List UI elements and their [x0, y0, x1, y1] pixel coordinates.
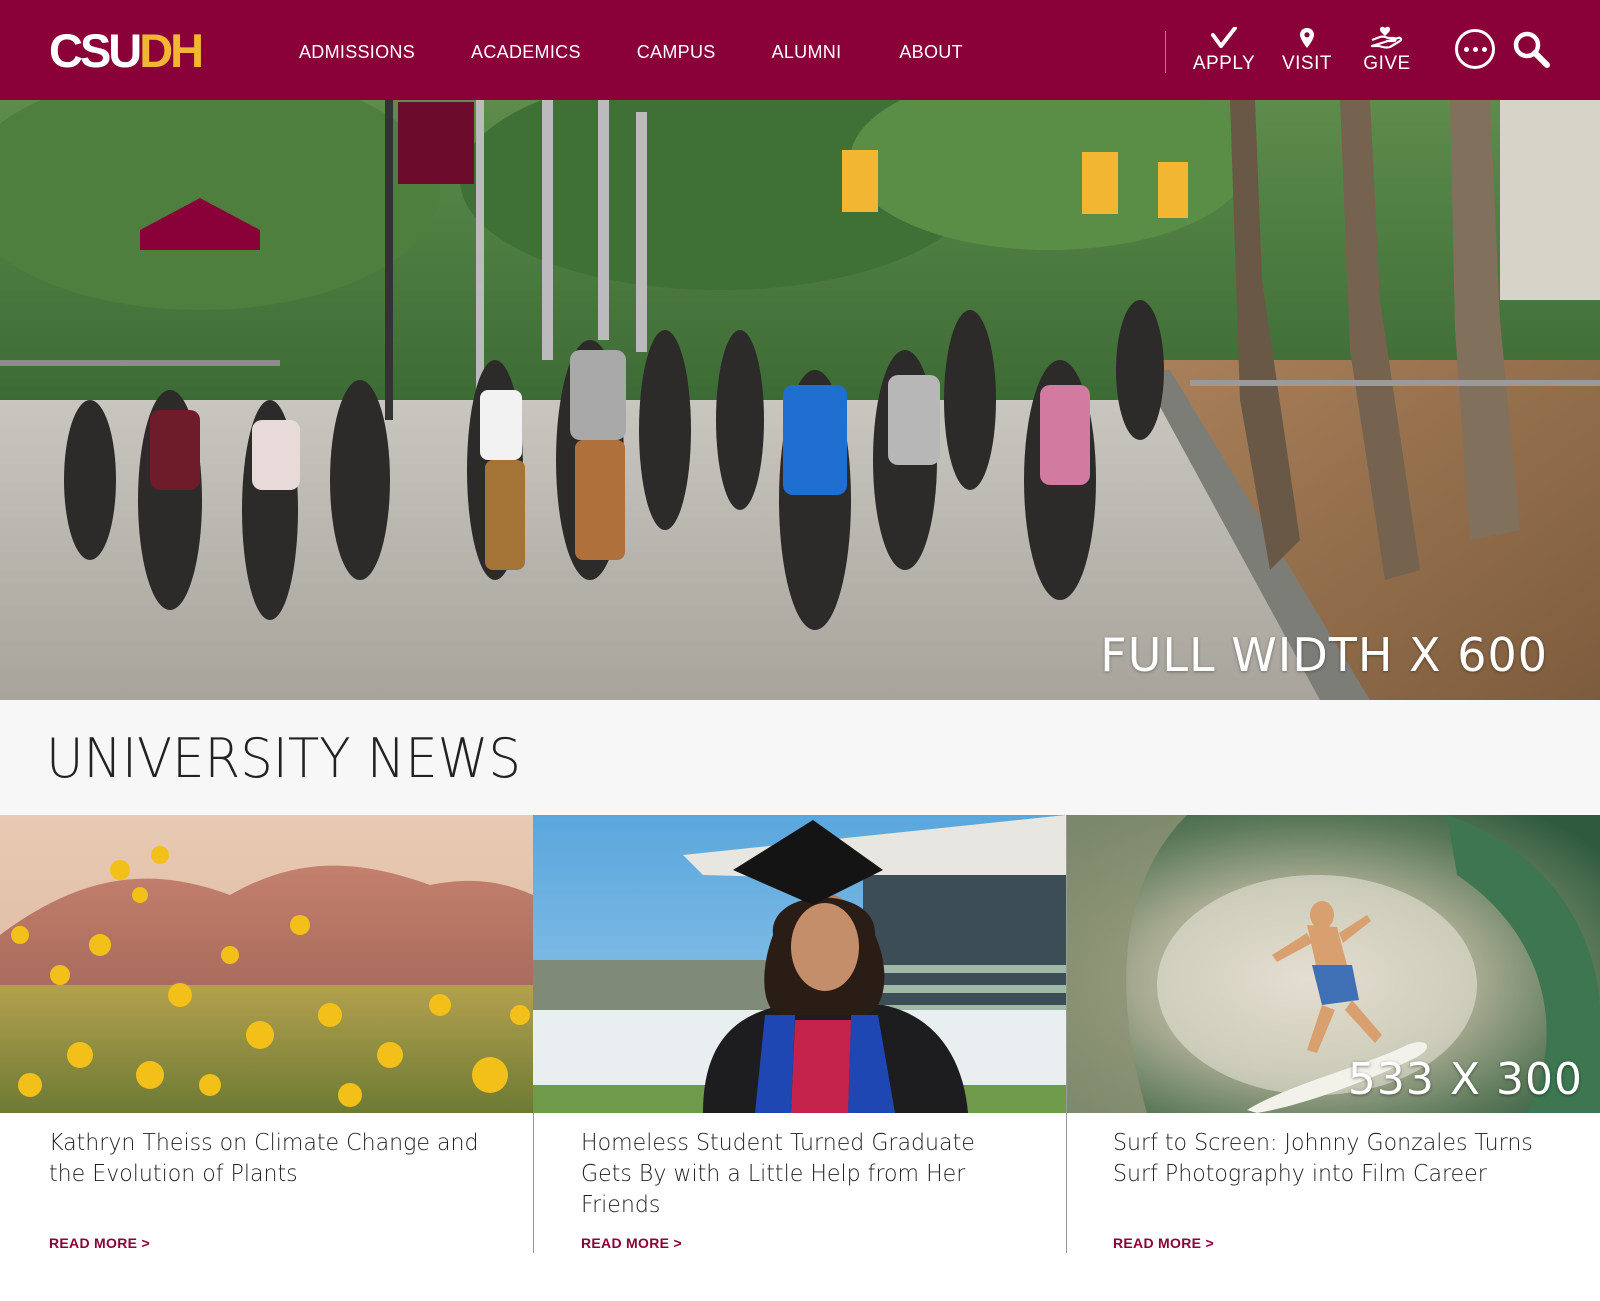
- news-card-image[interactable]: [533, 815, 1066, 1113]
- nav-academics[interactable]: ACADEMICS: [471, 40, 581, 64]
- nav-campus[interactable]: CAMPUS: [637, 40, 716, 64]
- give-button[interactable]: GIVE: [1362, 26, 1412, 75]
- nav-about[interactable]: ABOUT: [899, 40, 963, 64]
- news-card: Kathryn Theiss on Climate Change and the…: [0, 815, 533, 1255]
- campus-walkway-photo: [0, 100, 1600, 700]
- csudh-logo[interactable]: CSU DH: [49, 24, 204, 77]
- news-card-headline[interactable]: Homeless Student Turned Graduate Gets By…: [581, 1128, 1013, 1221]
- graduate-photo: [533, 815, 1066, 1113]
- visit-label: VISIT: [1281, 53, 1332, 74]
- hand-heart-icon: [1371, 26, 1403, 50]
- main-nav: ADMISSIONS ACADEMICS CAMPUS ALUMNI ABOUT: [299, 40, 963, 64]
- wildflowers-photo: [0, 815, 533, 1113]
- news-section-title: UNIVERSITY NEWS: [46, 727, 521, 790]
- hero-caption: FULL WIDTH X 600: [1100, 628, 1548, 682]
- read-more-link[interactable]: READ MORE >: [581, 1235, 682, 1251]
- more-icon[interactable]: [1455, 29, 1495, 69]
- news-card: Homeless Student Turned Graduate Gets By…: [533, 815, 1066, 1255]
- give-label: GIVE: [1363, 53, 1411, 74]
- logo-text-dh: DH: [139, 24, 204, 77]
- header-divider: [1165, 31, 1166, 73]
- image-size-caption: 533 X 300: [1347, 1054, 1583, 1105]
- apply-button[interactable]: APPLY: [1193, 26, 1255, 75]
- news-card-image[interactable]: 533 X 300: [1067, 815, 1600, 1113]
- nav-admissions[interactable]: ADMISSIONS: [299, 40, 415, 64]
- apply-label: APPLY: [1192, 53, 1256, 74]
- logo-text-csu: CSU: [49, 24, 142, 77]
- read-more-link[interactable]: READ MORE >: [1113, 1235, 1214, 1251]
- news-card: 533 X 300 Surf to Screen: Johnny Gonzale…: [1067, 815, 1600, 1255]
- news-card-image[interactable]: [0, 815, 533, 1113]
- nav-alumni[interactable]: ALUMNI: [772, 40, 842, 64]
- site-header: CSU DH ADMISSIONS ACADEMICS CAMPUS ALUMNI…: [0, 0, 1600, 100]
- checkmark-icon: [1211, 26, 1237, 50]
- search-icon[interactable]: [1511, 30, 1551, 70]
- news-card-headline[interactable]: Kathryn Theiss on Climate Change and the…: [49, 1128, 481, 1190]
- read-more-link[interactable]: READ MORE >: [49, 1235, 150, 1251]
- map-pin-icon: [1299, 26, 1315, 50]
- hero-image: FULL WIDTH X 600: [0, 100, 1600, 700]
- news-card-headline[interactable]: Surf to Screen: Johnny Gonzales Turns Su…: [1113, 1128, 1545, 1190]
- visit-button[interactable]: VISIT: [1280, 26, 1334, 75]
